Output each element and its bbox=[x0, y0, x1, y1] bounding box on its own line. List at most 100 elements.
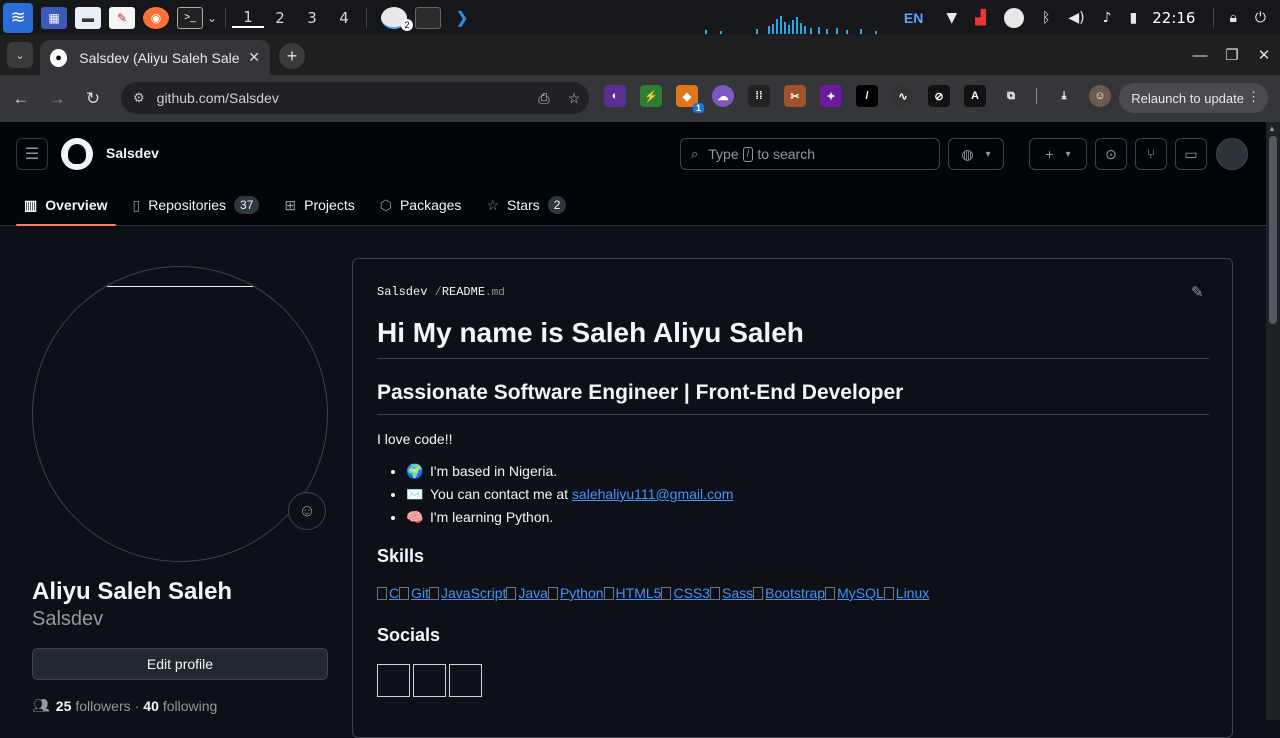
tab-overview[interactable]: ▥ Overview bbox=[16, 184, 116, 226]
extensions-puzzle-icon[interactable]: ⧉ bbox=[1000, 85, 1022, 107]
skill-badge-git[interactable]: Git bbox=[399, 585, 429, 601]
app-indicator-icon[interactable]: ▟ bbox=[975, 10, 986, 26]
pull-requests-icon[interactable]: ⑂ bbox=[1135, 138, 1167, 170]
minimize-icon[interactable]: — bbox=[1184, 47, 1216, 64]
skill-badge-html5[interactable]: HTML5 bbox=[603, 585, 661, 601]
chevron-down-icon[interactable]: ⌄ bbox=[205, 7, 219, 29]
downloads-icon[interactable]: ⤓ bbox=[1053, 85, 1075, 107]
lock-icon[interactable]: 🔒︎ bbox=[1229, 10, 1236, 26]
workspace-2[interactable]: 2 bbox=[264, 9, 296, 27]
github-logo-icon[interactable] bbox=[61, 138, 93, 170]
terminal-task-icon[interactable] bbox=[415, 6, 441, 29]
new-tab-plus-icon[interactable]: + bbox=[279, 43, 305, 69]
header-username[interactable]: Salsdev bbox=[106, 145, 159, 161]
wifi-icon[interactable]: ▼ bbox=[946, 10, 957, 26]
edit-readme-pencil-icon[interactable]: ✎ bbox=[1191, 283, 1204, 301]
workspace-switcher-icon[interactable]: ▦ bbox=[41, 6, 67, 29]
extension-slash-icon[interactable]: / bbox=[856, 85, 878, 107]
following-count[interactable]: 40 bbox=[143, 698, 159, 714]
bluetooth-icon[interactable]: ᛒ bbox=[1042, 10, 1050, 26]
extension-wave-icon[interactable]: ∿ bbox=[892, 85, 914, 107]
scroll-up-arrow-icon[interactable]: ▲ bbox=[1268, 124, 1276, 133]
clipboard-icon[interactable]: ▮ bbox=[1130, 10, 1138, 26]
page-scrollbar[interactable]: ▲ bbox=[1266, 122, 1280, 720]
extension-blocked-icon[interactable]: ⊘ bbox=[928, 85, 950, 107]
file-manager-icon[interactable]: ▬ bbox=[75, 6, 101, 29]
extension-leaf-icon[interactable]: ⚡ bbox=[640, 85, 662, 107]
skill-badge-python[interactable]: Python bbox=[547, 585, 604, 601]
social-link-image[interactable] bbox=[377, 664, 410, 697]
terminal-icon[interactable]: >_ bbox=[177, 6, 203, 29]
workspace-3[interactable]: 3 bbox=[296, 9, 328, 27]
scrollbar-thumb[interactable] bbox=[1269, 136, 1277, 324]
extension-letter-a-icon[interactable]: A bbox=[964, 85, 986, 107]
copilot-button[interactable]: ◍ ▾ bbox=[948, 138, 1004, 170]
app-launcher-icon[interactable]: ≋ bbox=[3, 2, 33, 33]
site-info-icon[interactable]: ⚙ bbox=[133, 90, 145, 106]
firefox-icon[interactable]: ◉ bbox=[143, 6, 169, 29]
tab-stars[interactable]: ☆ Stars 2 bbox=[478, 184, 574, 226]
skill-badge-java[interactable]: Java bbox=[506, 585, 548, 601]
inbox-icon[interactable]: ▭ bbox=[1175, 138, 1207, 170]
skill-badge-mysql[interactable]: MySQL bbox=[825, 585, 884, 601]
tab-projects[interactable]: ⊞ Projects bbox=[276, 184, 362, 226]
bookmark-star-icon[interactable]: ☆ bbox=[559, 90, 589, 107]
following-link[interactable]: following bbox=[163, 698, 217, 714]
email-link[interactable]: salehaliyu111@gmail.com bbox=[572, 486, 734, 502]
restore-icon[interactable]: ❐ bbox=[1216, 46, 1248, 64]
text-editor-icon[interactable]: ✎ bbox=[109, 6, 135, 29]
followers-count[interactable]: 25 bbox=[56, 698, 72, 714]
readme-file-name[interactable]: README bbox=[442, 285, 485, 299]
chrome-task-icon[interactable]: 2 bbox=[381, 6, 413, 31]
reload-icon[interactable]: ↻ bbox=[78, 89, 108, 109]
extension-cloud-icon[interactable]: ☁ bbox=[712, 85, 734, 107]
extension-pinwheel-icon[interactable]: ✦ bbox=[820, 85, 842, 107]
social-link-image[interactable] bbox=[449, 664, 482, 697]
back-arrow-icon[interactable]: ← bbox=[6, 89, 36, 109]
relaunch-to-update-button[interactable]: Relaunch to update ⋮ bbox=[1119, 83, 1268, 113]
more-menu-icon[interactable]: ⋮ bbox=[1247, 89, 1260, 105]
search-input[interactable]: ⌕ Type / to search bbox=[680, 138, 940, 170]
address-bar[interactable]: ⚙ github.com/Salsdev ⎙ ☆ bbox=[121, 82, 589, 114]
chrome-tray-icon[interactable] bbox=[1003, 7, 1024, 28]
power-icon[interactable]: ⏻ bbox=[1255, 10, 1266, 26]
notifications-bell-icon[interactable]: ♪ bbox=[1103, 10, 1112, 26]
skill-badge-bootstrap[interactable]: Bootstrap bbox=[753, 585, 825, 601]
workspace-1[interactable]: 1 bbox=[232, 8, 264, 28]
browser-tab[interactable]: ● Salsdev (Aliyu Saleh Saleh) ✕ bbox=[40, 40, 270, 75]
skill-badge-sass[interactable]: Sass bbox=[710, 585, 753, 601]
install-app-icon[interactable]: ⎙ bbox=[529, 90, 559, 107]
volume-icon[interactable]: ◀) bbox=[1068, 10, 1084, 26]
issues-icon[interactable]: ⊙ bbox=[1095, 138, 1127, 170]
skill-badge-javascript[interactable]: JavaScript bbox=[429, 585, 506, 601]
extension-grid-icon[interactable]: ⁞⁞ bbox=[748, 85, 770, 107]
close-window-icon[interactable]: ✕ bbox=[1248, 46, 1280, 64]
extension-tools-icon[interactable]: ✂ bbox=[784, 85, 806, 107]
set-status-smiley-icon[interactable]: ☺ bbox=[288, 492, 326, 530]
skill-badge-linux[interactable]: Linux bbox=[883, 585, 929, 601]
skill-badge-c[interactable]: C bbox=[377, 585, 399, 601]
tab-search-chevron-icon[interactable]: ⌄ bbox=[7, 42, 33, 68]
tab-packages[interactable]: ⬡ Packages bbox=[372, 184, 470, 226]
followers-link[interactable]: followers bbox=[75, 698, 130, 714]
user-avatar[interactable] bbox=[1216, 138, 1248, 170]
hamburger-menu-icon[interactable]: ☰ bbox=[16, 138, 48, 170]
vscode-task-icon[interactable]: ❯ bbox=[449, 7, 475, 29]
readme-owner-link[interactable]: Salsdev bbox=[377, 285, 427, 299]
profile-avatar[interactable] bbox=[32, 266, 328, 562]
social-link-image[interactable] bbox=[413, 664, 446, 697]
profile-avatar-icon[interactable]: ☺ bbox=[1089, 85, 1111, 107]
keyboard-layout-indicator[interactable]: EN bbox=[904, 10, 923, 26]
workspace-4[interactable]: 4 bbox=[328, 9, 360, 27]
clock[interactable]: 22:16 bbox=[1152, 9, 1195, 27]
skill-badge-css3[interactable]: CSS3 bbox=[661, 585, 710, 601]
tab-close-icon[interactable]: ✕ bbox=[248, 49, 260, 66]
address-bar-url[interactable]: github.com/Salsdev bbox=[157, 90, 529, 106]
create-new-button[interactable]: + ▾ bbox=[1029, 138, 1087, 170]
metamask-fox-icon[interactable]: ◆ 1 bbox=[676, 85, 704, 113]
extension-visual-icon[interactable]: ◐ bbox=[604, 85, 626, 107]
forward-arrow-icon[interactable]: → bbox=[42, 89, 72, 109]
plus-icon: + bbox=[1045, 146, 1054, 162]
tab-repositories[interactable]: ▯ Repositories 37 bbox=[125, 184, 268, 226]
edit-profile-button[interactable]: Edit profile bbox=[32, 648, 328, 680]
